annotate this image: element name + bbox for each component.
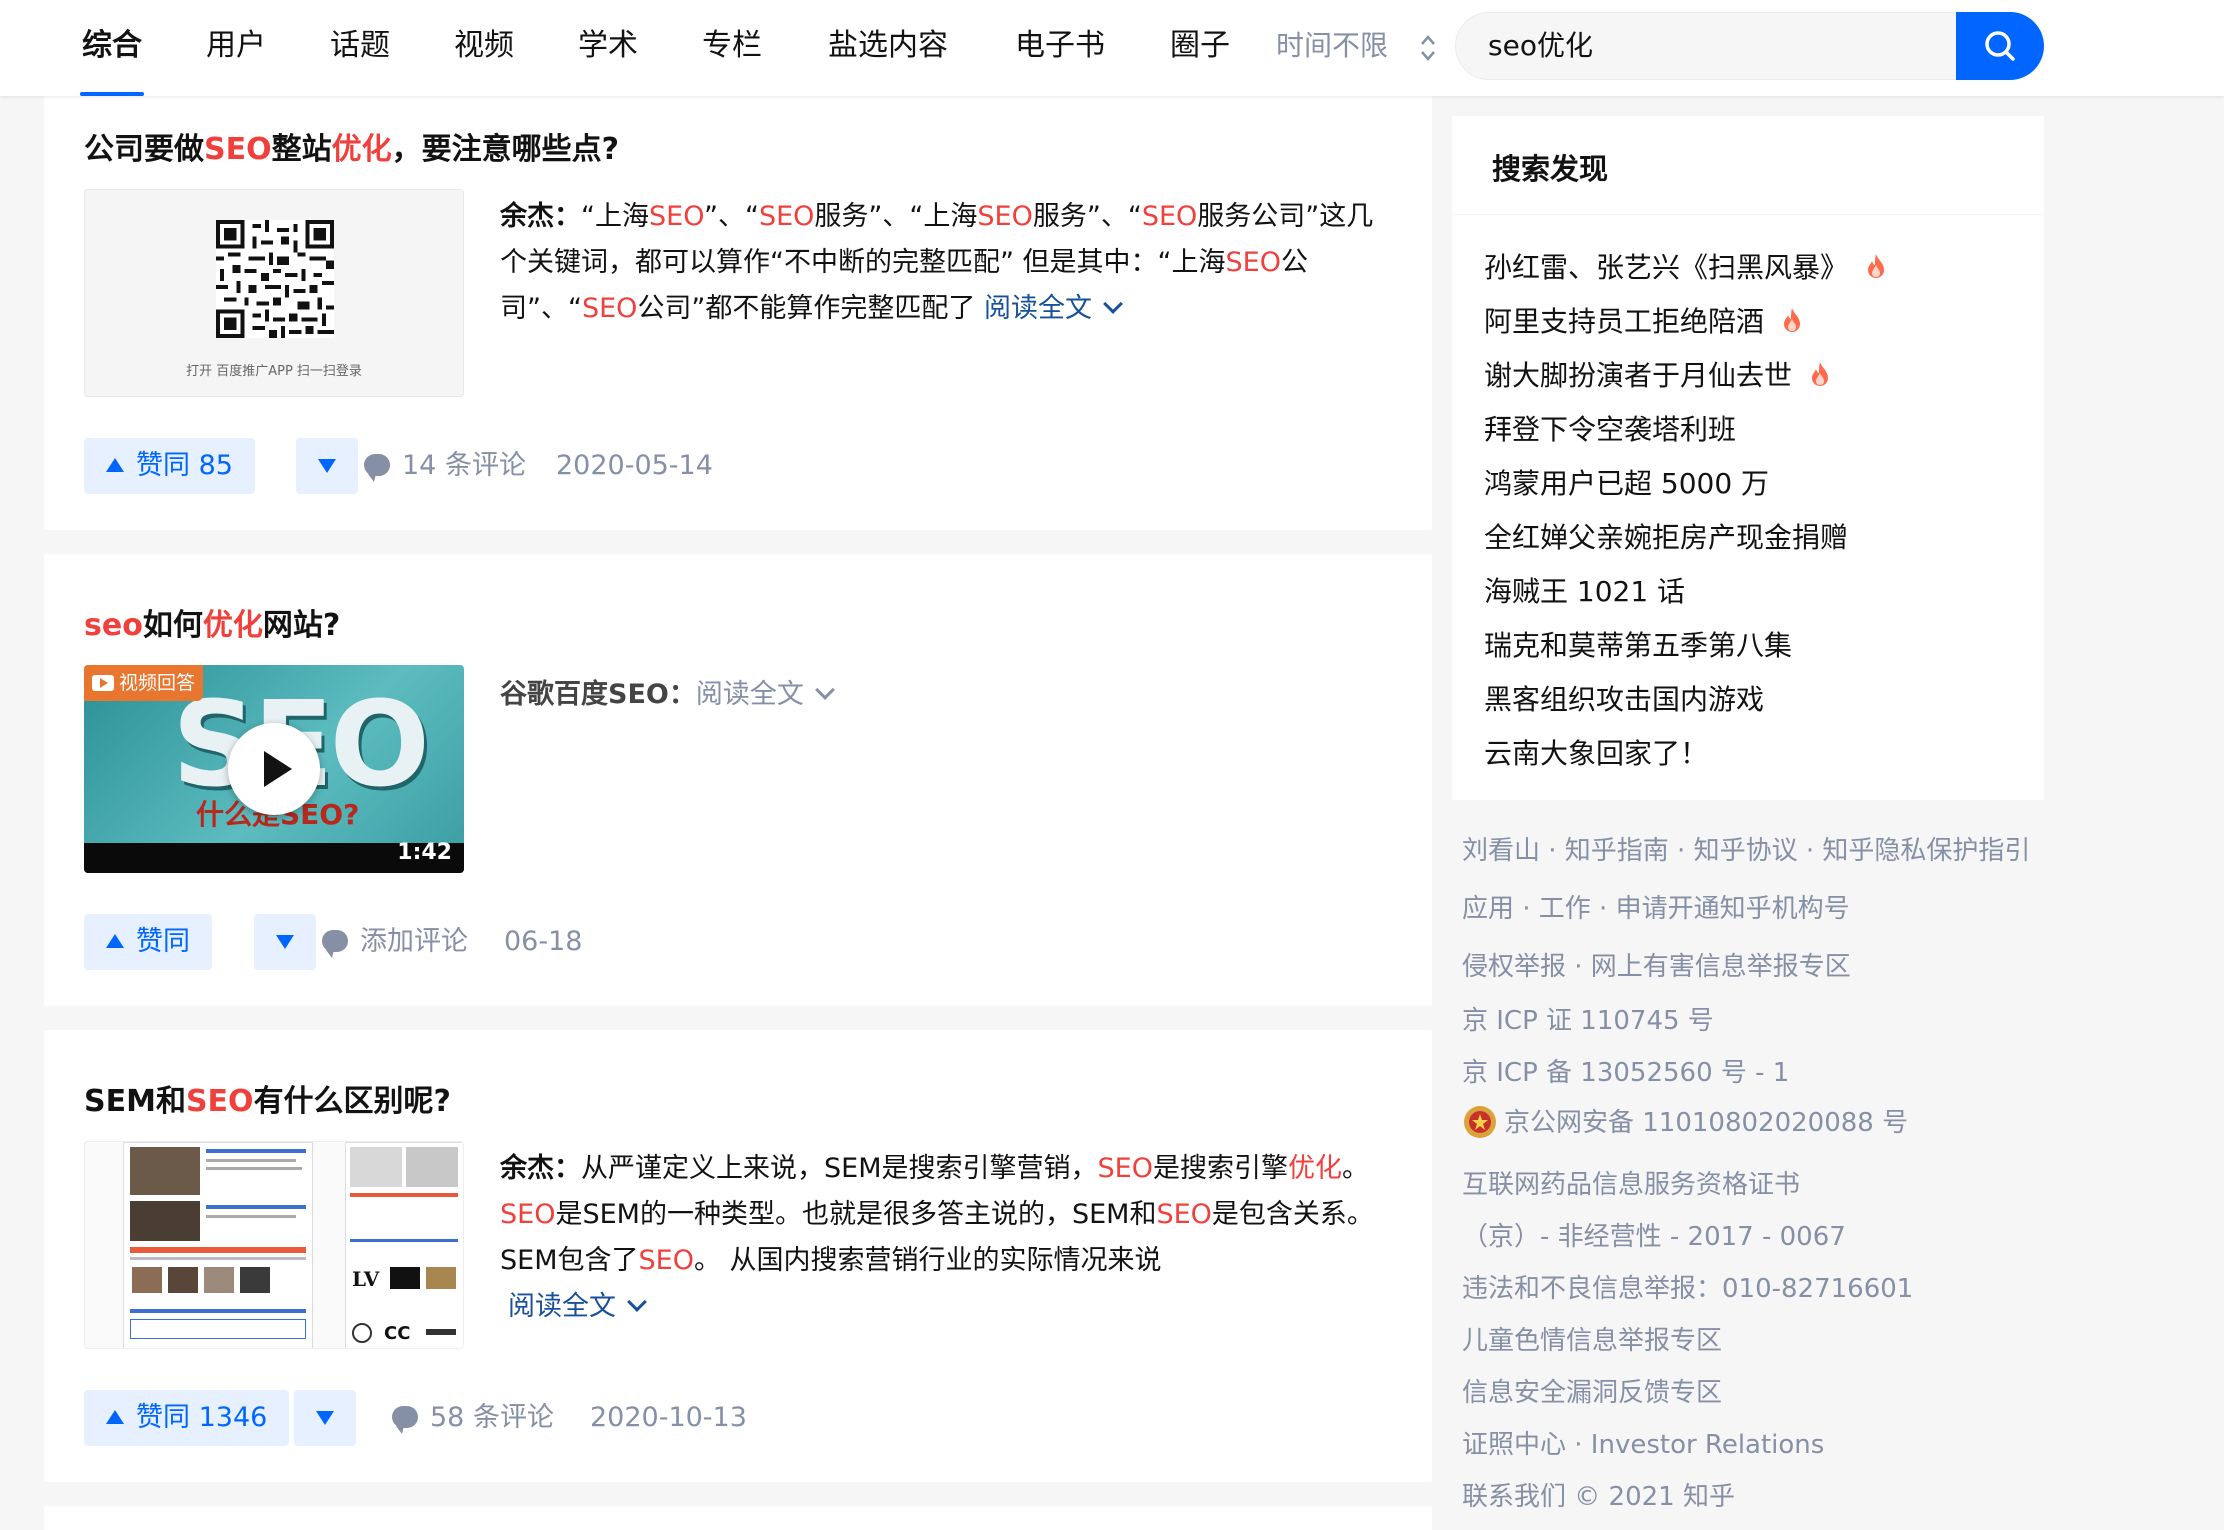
chevron-down-icon bbox=[627, 1292, 647, 1312]
result-thumbnail[interactable]: 打开 百度推广APP 扫一扫登录 bbox=[84, 189, 464, 397]
thumbnail-caption: 打开 百度推广APP 扫一扫登录 bbox=[186, 364, 362, 379]
tab-ebooks[interactable]: 电子书 bbox=[1012, 0, 1108, 96]
search-input-fill bbox=[1843, 12, 1957, 80]
hot-search-item[interactable]: 鸿蒙用户已超 5000 万 bbox=[1484, 462, 1769, 502]
downvote-button[interactable] bbox=[254, 914, 316, 970]
upvote-arrow-icon bbox=[106, 1410, 124, 1424]
footer-icp-record[interactable]: 京 ICP 备 13052560 号 - 1 bbox=[1462, 1052, 1789, 1089]
read-more-link[interactable]: 阅读全文 bbox=[984, 293, 1123, 324]
play-icon bbox=[264, 751, 292, 787]
tab-videos[interactable]: 视频 bbox=[452, 0, 516, 96]
hot-search-item[interactable]: 瑞克和莫蒂第五季第八集 bbox=[1484, 624, 1792, 664]
hot-search-item[interactable]: 孙红雷、张艺兴《扫黑风暴》 bbox=[1484, 246, 1886, 286]
read-more-link[interactable]: 阅读全文 bbox=[696, 679, 835, 710]
comment-icon bbox=[364, 454, 390, 482]
footer-security-feedback[interactable]: 信息安全漏洞反馈专区 bbox=[1462, 1372, 1722, 1409]
footer-illegal-report[interactable]: 违法和不良信息举报：010-82716601 bbox=[1462, 1268, 1913, 1305]
divider bbox=[1452, 214, 2044, 215]
downvote-arrow-icon bbox=[276, 935, 294, 949]
video-badge-icon bbox=[92, 675, 114, 691]
search-button[interactable] bbox=[1956, 12, 2044, 80]
hot-search-item[interactable]: 云南大象回家了！ bbox=[1484, 732, 1708, 772]
upvote-arrow-icon bbox=[106, 458, 124, 472]
tab-users[interactable]: 用户 bbox=[204, 0, 268, 96]
play-button[interactable] bbox=[228, 723, 320, 815]
video-badge: 视频回答 bbox=[84, 665, 204, 701]
search-input[interactable]: seo优化 bbox=[1455, 12, 1844, 80]
comments-button[interactable]: 58 条评论 bbox=[392, 1390, 554, 1446]
result-title[interactable]: seo如何优化网站? bbox=[84, 600, 340, 644]
fire-icon bbox=[1868, 254, 1885, 278]
fire-icon bbox=[1784, 308, 1801, 332]
panel-title: 搜索发现 bbox=[1492, 152, 1609, 186]
result-card: 公司要做SEO整站优化，要注意哪些点? 打开 百度推广APP 扫一扫登录 余杰：… bbox=[44, 60, 1432, 530]
chevron-down-icon bbox=[814, 680, 835, 700]
footer-drug-license[interactable]: 互联网药品信息服务资格证书 bbox=[1462, 1164, 1800, 1201]
comments-button[interactable]: 14 条评论 bbox=[364, 438, 526, 494]
result-card: seo如何优化网站? SEO 什么是SEO? 视频回答 1:42 谷歌百度SEO… bbox=[44, 554, 1432, 1006]
hot-search-item[interactable]: 黑客组织攻击国内游戏 bbox=[1484, 678, 1764, 718]
police-badge-icon bbox=[1464, 1106, 1496, 1138]
result-excerpt[interactable]: 余杰：从严谨定义上来说，SEM是搜索引擎营销，SEO是搜索引擎优化。SEO是SE… bbox=[500, 1146, 1400, 1330]
result-thumbnail[interactable]: LV CC bbox=[84, 1141, 464, 1349]
video-thumbnail[interactable]: SEO 什么是SEO? 视频回答 1:42 bbox=[84, 665, 464, 873]
chevron-down-icon bbox=[1103, 294, 1123, 314]
comments-button[interactable]: 添加评论 bbox=[322, 914, 468, 970]
hot-search-item[interactable]: 海贼王 1021 话 bbox=[1484, 570, 1685, 610]
footer-icp-license[interactable]: 京 ICP 证 110745 号 bbox=[1462, 1000, 1714, 1037]
result-card bbox=[44, 1506, 1432, 1530]
tab-circles[interactable]: 圈子 bbox=[1168, 0, 1232, 96]
footer-child-report[interactable]: 儿童色情信息举报专区 bbox=[1462, 1320, 1722, 1357]
tab-columns[interactable]: 专栏 bbox=[700, 0, 764, 96]
result-excerpt[interactable]: 余杰：“上海SEO”、“SEO服务”、“上海SEO服务”、“SEO服务公司”这几… bbox=[500, 194, 1400, 332]
upvote-button[interactable]: 赞同 85 bbox=[84, 438, 255, 494]
tab-topics[interactable]: 话题 bbox=[328, 0, 392, 96]
hot-search-item[interactable]: 谢大脚扮演者于月仙去世 bbox=[1484, 354, 1830, 394]
upvote-arrow-icon bbox=[106, 934, 124, 948]
downvote-arrow-icon bbox=[316, 1411, 334, 1425]
qr-code-image bbox=[216, 220, 334, 338]
result-title[interactable]: 公司要做SEO整站优化，要注意哪些点? bbox=[84, 124, 619, 168]
search-discovery-panel: 搜索发现 孙红雷、张艺兴《扫黑风暴》 阿里支持员工拒绝陪酒 谢大脚扮演者于月仙去… bbox=[1452, 116, 2044, 800]
hot-search-item[interactable]: 拜登下令空袭塔利班 bbox=[1484, 408, 1736, 448]
footer-nonprofit-license: （京）- 非经营性 - 2017 - 0067 bbox=[1462, 1222, 1846, 1252]
hot-search-item[interactable]: 全红婵父亲婉拒房产现金捐赠 bbox=[1484, 516, 1848, 556]
upvote-button[interactable]: 赞同 bbox=[84, 914, 212, 970]
top-navbar: 综合 用户 话题 视频 学术 专栏 盐选内容 电子书 圈子 时间不限 seo优化 bbox=[0, 0, 2224, 96]
comment-icon bbox=[392, 1406, 418, 1434]
tab-all[interactable]: 综合 bbox=[80, 0, 144, 96]
tab-salt-content[interactable]: 盐选内容 bbox=[824, 0, 952, 96]
result-date: 2020-10-13 bbox=[590, 1402, 747, 1433]
hot-search-item[interactable]: 阿里支持员工拒绝陪酒 bbox=[1484, 300, 1802, 340]
result-excerpt[interactable]: 谷歌百度SEO：阅读全文 bbox=[500, 672, 1400, 718]
thumbnail-screenshot-right: LV CC bbox=[345, 1142, 463, 1348]
downvote-button[interactable] bbox=[296, 438, 358, 494]
read-more-link[interactable]: 阅读全文 bbox=[508, 1291, 647, 1322]
tab-academic[interactable]: 学术 bbox=[576, 0, 640, 96]
time-filter-select[interactable]: 时间不限 bbox=[1276, 0, 1388, 96]
footer-links-help[interactable]: 刘看山 · 知乎指南 · 知乎协议 · 知乎隐私保护指引 bbox=[1462, 830, 2030, 867]
downvote-arrow-icon bbox=[318, 459, 336, 473]
search-icon bbox=[1985, 31, 2015, 61]
footer-links-report[interactable]: 侵权举报 · 网上有害信息举报专区 bbox=[1462, 946, 1851, 983]
fire-icon bbox=[1812, 362, 1829, 386]
video-duration: 1:42 bbox=[397, 840, 452, 865]
sort-arrows-icon[interactable] bbox=[1416, 30, 1440, 66]
thumbnail-screenshot-left bbox=[123, 1142, 313, 1348]
comment-icon bbox=[322, 930, 348, 958]
result-title[interactable]: SEM和SEO有什么区别呢? bbox=[84, 1076, 451, 1120]
footer-police-record[interactable]: 京公网安备 11010802020088 号 bbox=[1462, 1102, 1908, 1141]
downvote-button[interactable] bbox=[294, 1390, 356, 1446]
result-date: 06-18 bbox=[504, 926, 583, 957]
footer-links-apps[interactable]: 应用 · 工作 · 申请开通知乎机构号 bbox=[1462, 888, 1850, 925]
footer-contact-copyright[interactable]: 联系我们 © 2021 知乎 bbox=[1462, 1476, 1735, 1513]
upvote-button[interactable]: 赞同 1346 bbox=[84, 1390, 290, 1446]
result-card: SEM和SEO有什么区别呢? LV CC 余杰：从严谨定义上来说，SEM是搜索引… bbox=[44, 1030, 1432, 1482]
footer-certificates[interactable]: 证照中心 · Investor Relations bbox=[1462, 1424, 1824, 1461]
result-date: 2020-05-14 bbox=[556, 450, 713, 481]
